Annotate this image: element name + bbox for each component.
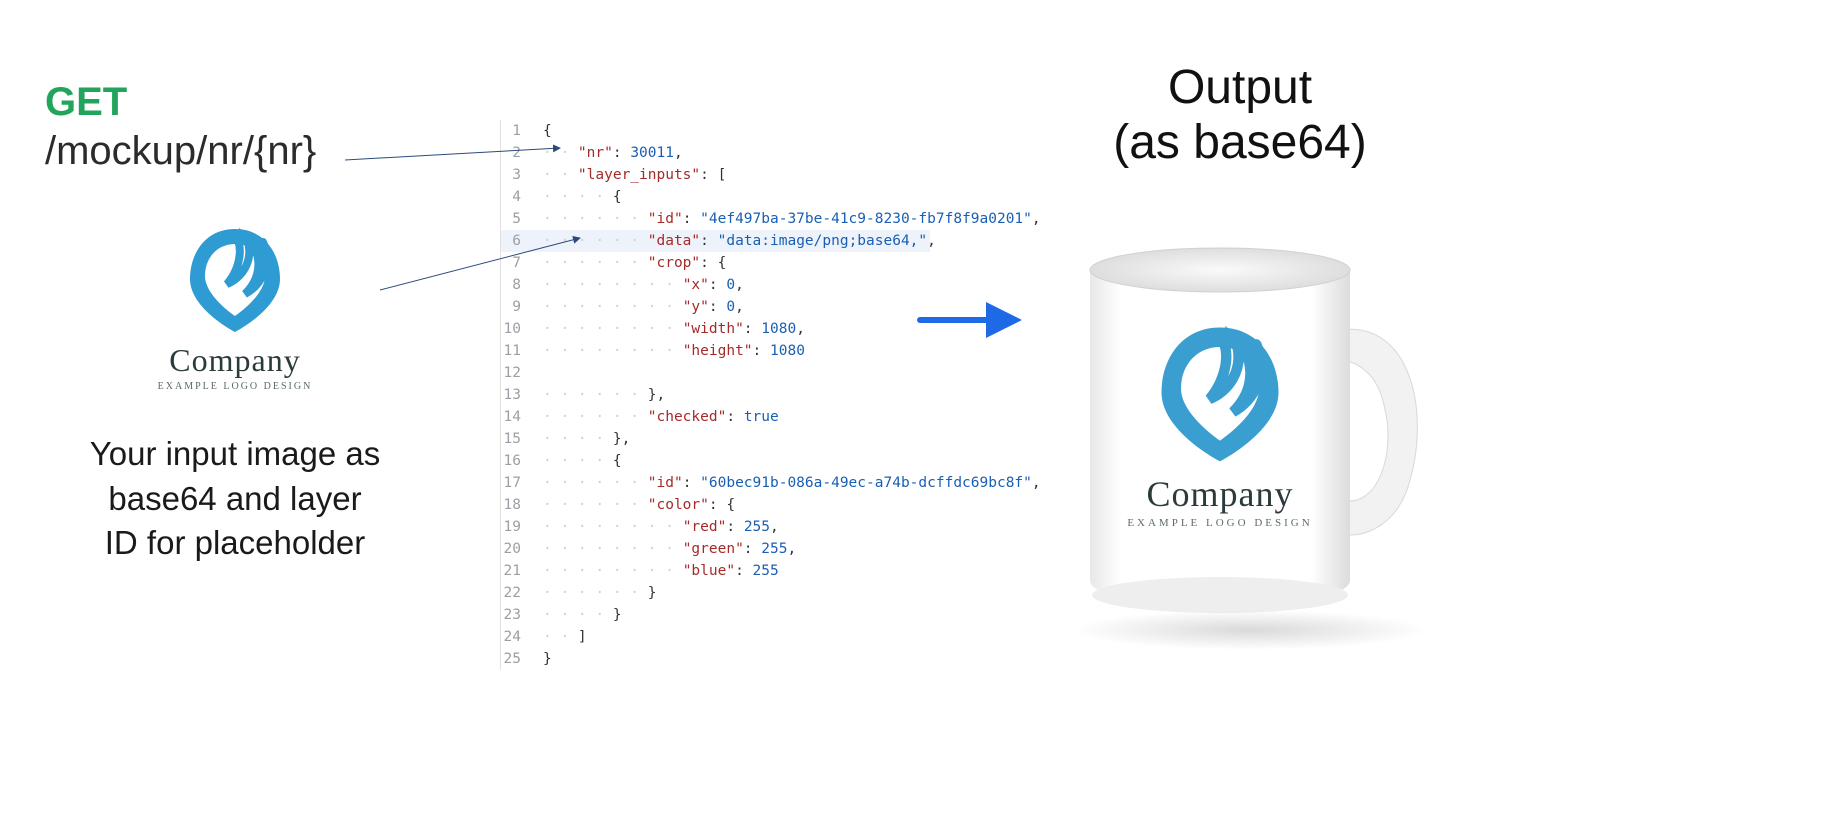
code-line: 9· · · · · · · · "y": 0, <box>501 296 930 318</box>
code-line: 16· · · · { <box>501 450 930 472</box>
code-content: · · · · · · · · "green": 255, <box>531 538 796 560</box>
code-content: { <box>531 120 552 142</box>
line-number: 21 <box>501 560 531 582</box>
line-number: 17 <box>501 472 531 494</box>
output-panel: Output (as base64) <box>1020 60 1460 640</box>
line-number: 24 <box>501 626 531 648</box>
code-content: · · · · } <box>531 604 622 626</box>
line-number: 6 <box>501 230 531 252</box>
line-number: 7 <box>501 252 531 274</box>
code-line: 3· · "layer_inputs": [ <box>501 164 930 186</box>
code-line: 25} <box>501 648 930 670</box>
code-content: · · · · · · "checked": true <box>531 406 779 428</box>
code-line: 18· · · · · · "color": { <box>501 494 930 516</box>
line-number: 14 <box>501 406 531 428</box>
line-number: 11 <box>501 340 531 362</box>
code-content: · · "nr": 30011, <box>531 142 683 164</box>
code-content: · · ] <box>531 626 587 648</box>
line-number: 13 <box>501 384 531 406</box>
line-number: 15 <box>501 428 531 450</box>
code-line: 5· · · · · · "id": "4ef497ba-37be-41c9-8… <box>501 208 930 230</box>
mug-shadow <box>1070 610 1430 650</box>
line-number: 19 <box>501 516 531 538</box>
code-content: · · · · · · · · "red": 255, <box>531 516 779 538</box>
code-line: 19· · · · · · · · "red": 255, <box>501 516 930 538</box>
code-line: 23· · · · } <box>501 604 930 626</box>
mug-logo-title: Company <box>1100 473 1340 515</box>
line-number: 23 <box>501 604 531 626</box>
line-number: 10 <box>501 318 531 340</box>
code-content: · · · · · · "color": { <box>531 494 735 516</box>
code-line: 1{ <box>501 120 930 142</box>
code-line: 2· · "nr": 30011, <box>501 142 930 164</box>
code-content: · · · · · · · · "height": 1080 <box>531 340 805 362</box>
input-caption: Your input image as base64 and layer ID … <box>45 432 425 566</box>
code-line: 6· · · · · · "data": "data:image/png;bas… <box>501 230 930 252</box>
line-number: 2 <box>501 142 531 164</box>
code-content: · · · · { <box>531 186 622 208</box>
code-content <box>531 362 543 384</box>
line-number: 9 <box>501 296 531 318</box>
logo-subtitle: EXAMPLE LOGO DESIGN <box>45 381 425 392</box>
line-number: 3 <box>501 164 531 186</box>
code-line: 13· · · · · · }, <box>501 384 930 406</box>
code-content: · · · · · · · · "width": 1080, <box>531 318 805 340</box>
input-panel: GET /mockup/nr/{nr} Company EXAMPLE LOGO… <box>45 80 425 566</box>
line-number: 20 <box>501 538 531 560</box>
http-endpoint: /mockup/nr/{nr} <box>45 129 425 174</box>
line-number: 22 <box>501 582 531 604</box>
code-line: 11· · · · · · · · "height": 1080 <box>501 340 930 362</box>
code-content: · · · · · · } <box>531 582 657 604</box>
code-line: 7· · · · · · "crop": { <box>501 252 930 274</box>
line-number: 8 <box>501 274 531 296</box>
code-line: 20· · · · · · · · "green": 255, <box>501 538 930 560</box>
code-content: · · · · { <box>531 450 622 472</box>
company-logo-icon <box>185 224 285 334</box>
line-number: 1 <box>501 120 531 142</box>
output-title: Output (as base64) <box>1020 60 1460 170</box>
logo-title: Company <box>45 342 425 379</box>
code-line: 8· · · · · · · · "x": 0, <box>501 274 930 296</box>
line-number: 18 <box>501 494 531 516</box>
code-line: 17· · · · · · "id": "60bec91b-086a-49ec-… <box>501 472 930 494</box>
code-line: 12 <box>501 362 930 384</box>
line-number: 16 <box>501 450 531 472</box>
code-content: · · · · · · "data": "data:image/png;base… <box>531 230 936 252</box>
code-content: · · · · · · · · "blue": 255 <box>531 560 779 582</box>
code-content: · · · · · · "crop": { <box>531 252 726 274</box>
code-content: · · · · · · }, <box>531 384 665 406</box>
code-content: · · · · }, <box>531 428 630 450</box>
code-line: 15· · · · }, <box>501 428 930 450</box>
line-number: 12 <box>501 362 531 384</box>
code-content: · · · · · · "id": "60bec91b-086a-49ec-a7… <box>531 472 1041 494</box>
mug-mockup: Company EXAMPLE LOGO DESIGN <box>1050 210 1430 640</box>
code-content: · · · · · · "id": "4ef497ba-37be-41c9-82… <box>531 208 1041 230</box>
mug-printed-logo: Company EXAMPLE LOGO DESIGN <box>1100 320 1340 529</box>
json-code-block: 1{2· · "nr": 30011,3· · "layer_inputs": … <box>500 120 930 670</box>
code-line: 21· · · · · · · · "blue": 255 <box>501 560 930 582</box>
code-line: 10· · · · · · · · "width": 1080, <box>501 318 930 340</box>
mug-logo-subtitle: EXAMPLE LOGO DESIGN <box>1100 517 1340 529</box>
code-line: 24· · ] <box>501 626 930 648</box>
line-number: 25 <box>501 648 531 670</box>
code-content: · · · · · · · · "x": 0, <box>531 274 744 296</box>
code-content: } <box>531 648 552 670</box>
input-logo: Company EXAMPLE LOGO DESIGN <box>45 224 425 392</box>
line-number: 5 <box>501 208 531 230</box>
code-line: 22· · · · · · } <box>501 582 930 604</box>
code-content: · · · · · · · · "y": 0, <box>531 296 744 318</box>
http-method: GET <box>45 80 425 125</box>
code-line: 4· · · · { <box>501 186 930 208</box>
company-logo-icon <box>1155 320 1285 465</box>
line-number: 4 <box>501 186 531 208</box>
code-content: · · "layer_inputs": [ <box>531 164 726 186</box>
code-line: 14· · · · · · "checked": true <box>501 406 930 428</box>
